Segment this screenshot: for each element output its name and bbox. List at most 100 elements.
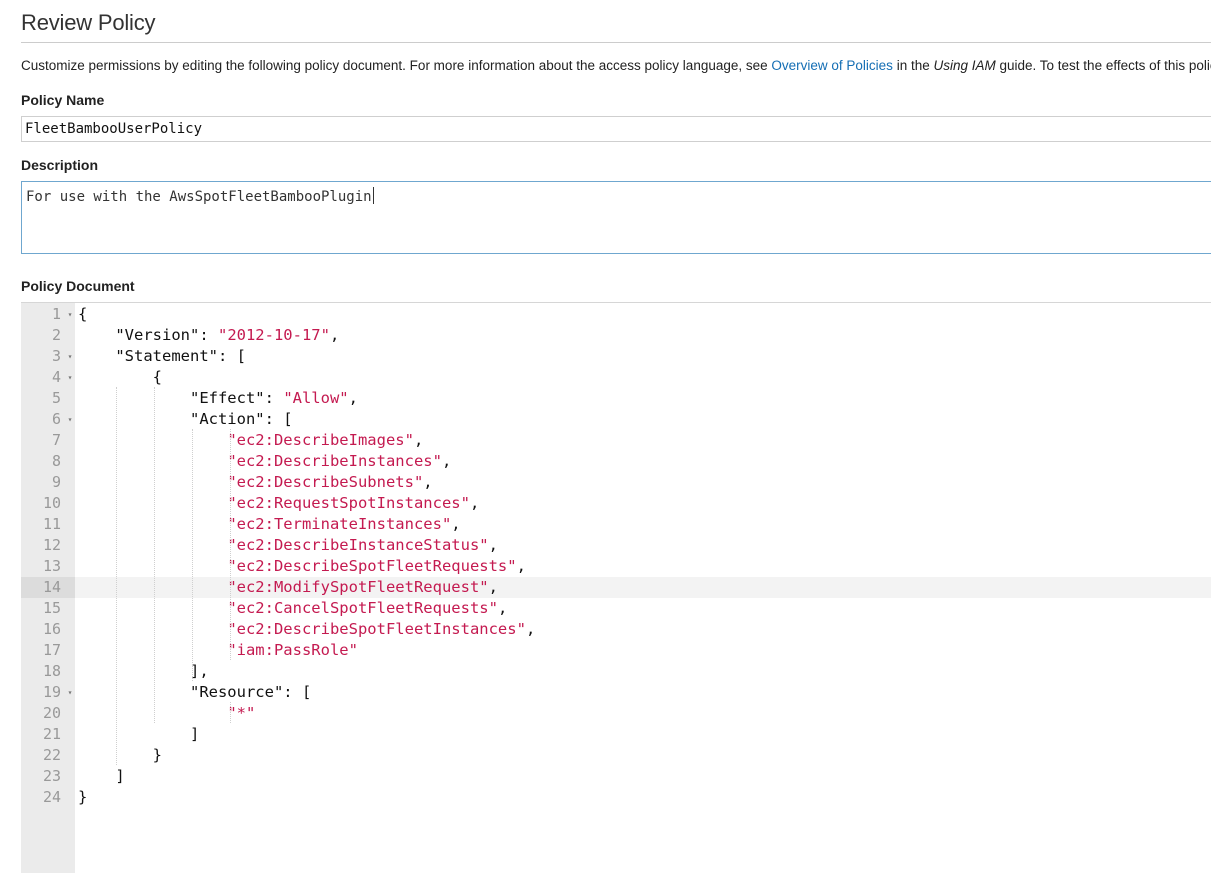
code-line[interactable]: 12 "ec2:DescribeInstanceStatus", — [21, 535, 1211, 556]
line-number: 13 — [42, 557, 61, 575]
punctuation-token: , — [497, 599, 508, 617]
punctuation-token: "Effect": — [78, 389, 284, 407]
code-line[interactable]: 17 "iam:PassRole" — [21, 640, 1211, 661]
description-textarea[interactable]: For use with the AwsSpotFleetBambooPlugi… — [21, 181, 1211, 254]
policy-name-label: Policy Name — [21, 92, 105, 108]
punctuation-token: "Version": — [78, 326, 218, 344]
punctuation-token — [78, 494, 227, 512]
punctuation-token — [78, 473, 227, 491]
code-line[interactable]: 2 "Version": "2012-10-17", — [21, 325, 1211, 346]
punctuation-token: ] — [78, 725, 200, 743]
punctuation-token: , — [329, 326, 340, 344]
code-line[interactable]: 8 "ec2:DescribeInstances", — [21, 451, 1211, 472]
punctuation-token — [78, 536, 227, 554]
code-text: "ec2:RequestSpotInstances", — [78, 493, 479, 514]
code-line[interactable]: 13 "ec2:DescribeSpotFleetRequests", — [21, 556, 1211, 577]
code-text: } — [78, 745, 162, 766]
string-token: "ec2:DescribeInstances" — [227, 452, 442, 470]
line-number: 9 — [51, 473, 61, 491]
policy-document-label: Policy Document — [21, 278, 135, 294]
punctuation-token — [78, 704, 227, 722]
indent-guide — [154, 387, 155, 723]
code-line[interactable]: 7 "ec2:DescribeImages", — [21, 430, 1211, 451]
string-token: "ec2:DescribeSpotFleetInstances" — [227, 620, 526, 638]
code-line[interactable]: 14 "ec2:ModifySpotFleetRequest", — [21, 577, 1211, 598]
code-text: { — [78, 367, 162, 388]
policy-name-input[interactable] — [21, 116, 1211, 142]
line-number: 11 — [42, 515, 61, 533]
code-line[interactable]: 22 } — [21, 745, 1211, 766]
fold-arrow-icon[interactable]: ▾ — [65, 682, 75, 703]
code-text: ] — [78, 766, 124, 787]
code-line[interactable]: 4 ▾ { — [21, 367, 1211, 388]
fold-arrow-icon[interactable]: ▾ — [65, 367, 75, 388]
punctuation-token — [78, 578, 227, 596]
code-line[interactable]: 19 ▾ "Resource": [ — [21, 682, 1211, 703]
punctuation-token: , — [423, 473, 433, 491]
code-lines: 1 ▾{2 "Version": "2012-10-17", 3 ▾ "Stateme… — [21, 303, 1211, 808]
punctuation-token: } — [78, 746, 162, 764]
line-number: 21 — [42, 725, 61, 743]
indent-guide — [192, 429, 193, 681]
policy-document-editor[interactable]: 1 ▾{2 "Version": "2012-10-17", 3 ▾ "Stateme… — [21, 302, 1211, 873]
code-line[interactable]: 5 "Effect": "Allow", — [21, 388, 1211, 409]
using-iam-guide-text: Using IAM — [933, 58, 996, 73]
intro-text-part-2: in the — [892, 58, 934, 73]
code-line[interactable]: 15 "ec2:CancelSpotFleetRequests", — [21, 598, 1211, 619]
punctuation-token: , — [488, 578, 498, 596]
code-text: "ec2:DescribeInstances", — [78, 451, 451, 472]
code-text: "iam:PassRole" — [78, 640, 358, 661]
code-line[interactable]: 24} — [21, 787, 1211, 808]
punctuation-token: , — [348, 389, 358, 407]
description-text: For use with the AwsSpotFleetBambooPlugi… — [26, 189, 372, 205]
string-token: "ec2:DescribeSpotFleetRequests" — [227, 557, 517, 575]
code-text: "ec2:DescribeSpotFleetInstances", — [78, 619, 535, 640]
punctuation-token — [78, 557, 227, 575]
text-cursor — [372, 187, 374, 204]
code-text: "ec2:DescribeSpotFleetRequests", — [78, 556, 526, 577]
punctuation-token: , — [525, 620, 536, 638]
intro-text-part-3: guide. To test the effects of this polic… — [999, 58, 1211, 73]
punctuation-token: ], — [78, 662, 209, 680]
code-line[interactable]: 3 ▾ "Statement": [ — [21, 346, 1211, 367]
line-number: 10 — [42, 494, 61, 512]
fold-arrow-icon[interactable]: ▾ — [65, 409, 75, 430]
line-number: 17 — [42, 641, 61, 659]
code-text: "*" — [78, 703, 255, 724]
code-line[interactable]: 10 "ec2:RequestSpotInstances", — [21, 493, 1211, 514]
punctuation-token: , — [516, 557, 526, 575]
punctuation-token — [78, 431, 227, 449]
line-number: 5 — [51, 389, 61, 407]
title-divider — [21, 42, 1211, 43]
code-line[interactable]: 21 ] — [21, 724, 1211, 745]
overview-of-policies-link[interactable]: Overview of Policies — [771, 58, 893, 73]
punctuation-token — [78, 599, 227, 617]
line-number: 24 — [42, 788, 61, 806]
code-line[interactable]: 16 "ec2:DescribeSpotFleetInstances", — [21, 619, 1211, 640]
line-number: 22 — [42, 746, 61, 764]
line-number: 20 — [42, 704, 61, 722]
punctuation-token: , — [441, 452, 452, 470]
code-line[interactable]: 11 "ec2:TerminateInstances", — [21, 514, 1211, 535]
string-token: "2012-10-17" — [217, 326, 330, 344]
punctuation-token — [78, 452, 227, 470]
code-text: "ec2:DescribeImages", — [78, 430, 423, 451]
code-text: "Version": "2012-10-17", — [78, 325, 339, 346]
code-text: "Resource": [ — [78, 682, 311, 703]
fold-arrow-icon[interactable]: ▾ — [65, 346, 75, 367]
code-line[interactable]: 9 "ec2:DescribeSubnets", — [21, 472, 1211, 493]
code-line[interactable]: 23 ] — [21, 766, 1211, 787]
code-text: { — [78, 304, 87, 325]
code-text: "ec2:DescribeInstanceStatus", — [78, 535, 498, 556]
indent-guide — [116, 387, 117, 765]
code-line[interactable]: 1 ▾{ — [21, 304, 1211, 325]
string-token: "ec2:DescribeInstanceStatus" — [227, 536, 489, 554]
line-number: 15 — [42, 599, 61, 617]
code-text: } — [78, 787, 87, 808]
code-line[interactable]: 20 "*" — [21, 703, 1211, 724]
string-token: "*" — [227, 704, 256, 722]
code-line[interactable]: 6 ▾ "Action": [ — [21, 409, 1211, 430]
fold-arrow-icon[interactable]: ▾ — [65, 304, 75, 325]
code-line[interactable]: 18 ], — [21, 661, 1211, 682]
intro-text-part-1: Customize permissions by editing the fol… — [21, 58, 772, 73]
